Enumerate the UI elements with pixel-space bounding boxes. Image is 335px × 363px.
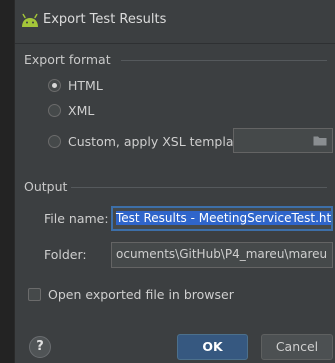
help-button[interactable]: ?	[29, 336, 51, 358]
radio-custom-xsl-label[interactable]: Custom, apply XSL template:	[68, 134, 250, 149]
export-test-results-dialog: Export Test Results Export format HTML X…	[14, 0, 335, 363]
file-name-value: Test Results - MeetingServiceTest.html	[116, 211, 331, 225]
file-name-input[interactable]: Test Results - MeetingServiceTest.html	[111, 206, 333, 231]
radio-xml[interactable]	[48, 104, 61, 117]
open-in-browser-label[interactable]: Open exported file in browser	[48, 287, 234, 302]
output-separator	[71, 187, 327, 188]
radio-custom-xsl[interactable]	[48, 135, 61, 148]
export-format-label: Export format	[24, 52, 111, 67]
radio-xml-label[interactable]: XML	[68, 103, 94, 118]
output-label: Output	[24, 179, 68, 194]
ok-button[interactable]: OK	[177, 334, 248, 360]
dialog-title: Export Test Results	[43, 12, 167, 27]
radio-html-label[interactable]: HTML	[68, 78, 103, 93]
cancel-button[interactable]: Cancel	[261, 334, 333, 360]
folder-input[interactable]: ocuments\GitHub\P4_mareu\mareu	[111, 242, 333, 268]
title-bar[interactable]: Export Test Results	[15, 0, 335, 44]
folder-label: Folder:	[44, 247, 87, 262]
xsl-template-browse-button[interactable]	[308, 129, 332, 151]
android-icon	[22, 13, 38, 27]
folder-value: ocuments\GitHub\P4_mareu\mareu	[116, 247, 328, 261]
open-in-browser-checkbox[interactable]	[28, 288, 41, 301]
file-name-label: File name:	[44, 211, 109, 226]
folder-icon	[313, 136, 327, 145]
export-format-separator	[121, 60, 327, 61]
radio-html[interactable]	[48, 79, 61, 92]
background-strip	[0, 0, 14, 363]
